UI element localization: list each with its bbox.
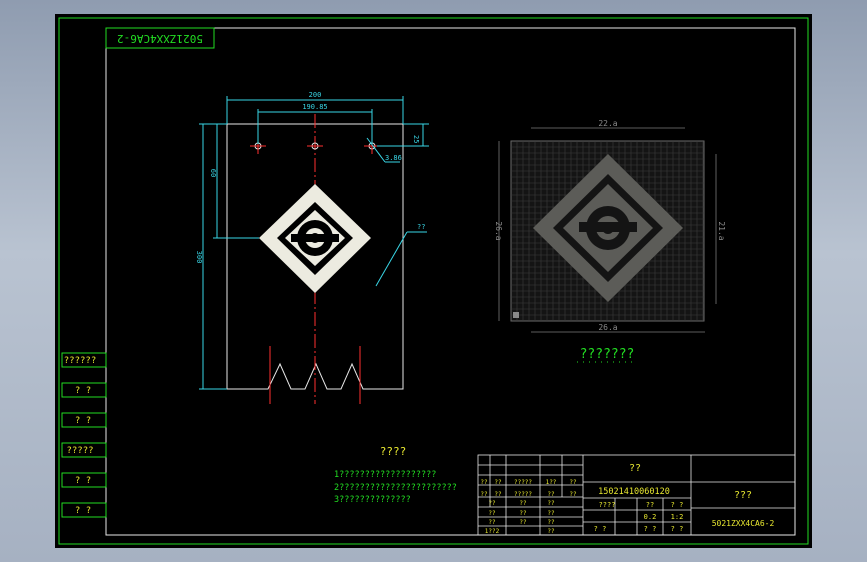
dim-hole-dia: 3.86 bbox=[385, 154, 402, 162]
meta-d: 0.2 bbox=[644, 513, 657, 521]
part-drawing: 200 190.85 25 3.86 60 300 ?? bbox=[195, 91, 429, 404]
grid-r1-c2: ?? bbox=[494, 479, 502, 486]
left-column: ?????? ? ? ? ? ????? ? ? ? ? bbox=[61, 352, 107, 518]
stamp-number: 5021ZXX4CA6-2 bbox=[117, 32, 203, 45]
grid-r5-c2: ?? bbox=[547, 528, 555, 535]
grid-r1-c1: ?? bbox=[480, 479, 488, 486]
preview-dim-top: 22.a bbox=[598, 119, 617, 128]
row-header-3: ????? bbox=[514, 491, 532, 498]
drawing-sheet: 5021ZXX4CA6-2 ?????? ? ? ? ? ????? ? ? ?… bbox=[55, 14, 812, 548]
grid-r1-c4: 1?? bbox=[546, 479, 557, 486]
dim-hole-spacing: 190.85 bbox=[302, 103, 327, 111]
meta-f: ? ? bbox=[594, 525, 607, 533]
title-block-code: 15021410060120 bbox=[598, 487, 670, 497]
grid-r1-c3: ????? bbox=[514, 479, 532, 486]
leader-note: ?? bbox=[417, 223, 425, 231]
grid-r2-c1: ?? bbox=[488, 500, 496, 507]
notes-title: ???? bbox=[380, 445, 407, 458]
left-col-label-6: ? ? bbox=[75, 506, 91, 516]
technical-notes: ???? 1??????????????????? 2?????????????… bbox=[334, 445, 457, 505]
pattern-preview: 22.a 26.a 26.a 21.a bbox=[494, 119, 726, 333]
preview-dim-bottom: 26.a bbox=[598, 323, 617, 332]
preview-dim-right: 21.a bbox=[717, 221, 726, 240]
grid-r2-c2: ?? bbox=[519, 500, 527, 507]
meta-b: ?? bbox=[646, 501, 654, 509]
notes-line-3: 3?????????????? bbox=[334, 495, 411, 505]
dim-edge-offset: 25 bbox=[412, 135, 420, 143]
meta-e: 1:2 bbox=[671, 513, 684, 521]
left-col-label-2: ? ? bbox=[75, 386, 91, 396]
notes-line-1: 1??????????????????? bbox=[334, 470, 436, 480]
grid-r3-c1: ?? bbox=[488, 510, 496, 517]
row-header-4: ?? bbox=[547, 491, 555, 498]
preview-caption: ??????? bbox=[580, 347, 635, 362]
dim-height-a: 60 bbox=[209, 169, 217, 177]
drawing-canvas: 5021ZXX4CA6-2 ?????? ? ? ? ? ????? ? ? ?… bbox=[58, 17, 809, 545]
preview-dim-left: 26.a bbox=[494, 221, 503, 240]
grid-r4-c2: ?? bbox=[519, 519, 527, 526]
left-col-label-1: ?????? bbox=[64, 356, 97, 366]
grid-r4-c1: ?? bbox=[488, 519, 496, 526]
dim-overall-width: 200 bbox=[309, 91, 322, 99]
meta-g: ? ? bbox=[644, 525, 657, 533]
left-col-label-5: ? ? bbox=[75, 476, 91, 486]
meta-c: ? ? bbox=[671, 501, 684, 509]
left-col-label-3: ? ? bbox=[75, 416, 91, 426]
meta-a: ???? bbox=[599, 501, 616, 509]
grid-r3-c2: ?? bbox=[519, 510, 527, 517]
meta-h: ? ? bbox=[671, 525, 684, 533]
notes-line-2: 2??????????????????????? bbox=[334, 483, 457, 493]
grid-r4-c3: ?? bbox=[547, 519, 555, 526]
grid-r2-c3: ?? bbox=[547, 500, 555, 507]
dim-height-b: 300 bbox=[195, 251, 203, 264]
logo-diamond bbox=[259, 184, 371, 293]
title-block-title: ?? bbox=[629, 463, 641, 474]
title-block-drawing-no: 5021ZXX4CA6-2 bbox=[712, 519, 775, 528]
grid-r3-c3: ?? bbox=[547, 510, 555, 517]
title-block-meta: ???? ?? ? ? 0.2 1:2 ? ? ? ? ? ? bbox=[594, 501, 684, 533]
left-col-label-4: ????? bbox=[66, 446, 93, 456]
grid-r5-c1: 1??2 bbox=[485, 528, 500, 535]
row-header-1: ?? bbox=[480, 491, 488, 498]
title-block-part-label: ??? bbox=[734, 490, 752, 501]
grid-r1-c5: ?? bbox=[569, 479, 577, 486]
row-header-2: ?? bbox=[494, 491, 502, 498]
row-header-5: ?? bbox=[569, 491, 577, 498]
